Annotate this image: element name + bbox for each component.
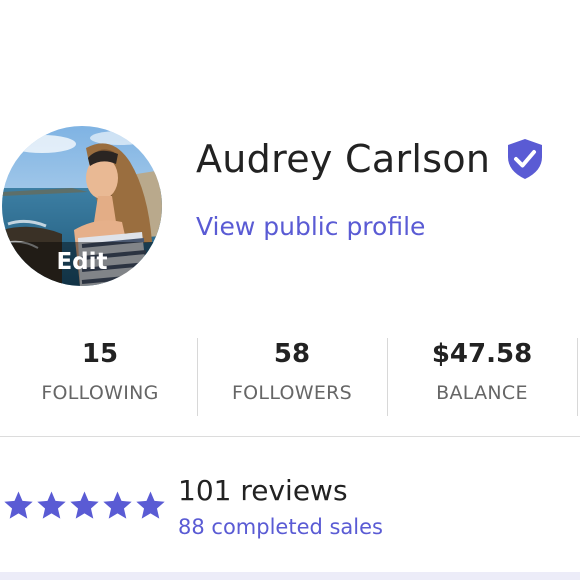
stat-value: $47.58 [431,339,533,369]
star-icon [70,491,99,519]
section-divider [0,436,580,437]
star-icon [136,491,165,519]
next-section-edge [0,572,580,580]
profile-name: Audrey Carlson [196,137,491,181]
star-icon [4,491,33,519]
stat-label: FOLLOWERS [231,382,353,404]
stat-following[interactable]: 15 FOLLOWING [5,336,195,418]
stat-divider [577,338,578,416]
completed-sales-link[interactable]: 88 completed sales [178,515,383,539]
profile-name-row: Audrey Carlson [196,134,546,184]
verified-shield-check-icon [504,137,546,181]
avatar-edit-label[interactable]: Edit [2,242,162,286]
profile-page: Edit Audrey Carlson View public profile … [0,0,580,580]
profile-stats: 15 FOLLOWING 58 FOLLOWERS $47.58 BALANCE [0,336,580,418]
stat-label: FOLLOWING [41,382,159,404]
rating-stars[interactable] [2,489,167,523]
view-public-profile-link[interactable]: View public profile [196,212,425,241]
stat-value: 15 [81,339,119,369]
reviews-count[interactable]: 101 reviews [178,474,348,507]
stat-label: BALANCE [436,382,528,404]
stat-followers[interactable]: 58 FOLLOWERS [197,336,387,418]
star-icon [37,491,66,519]
stat-value: 58 [273,339,311,369]
profile-avatar[interactable]: Edit [2,126,162,286]
stat-balance[interactable]: $47.58 BALANCE [387,336,577,418]
star-icon [103,491,132,519]
